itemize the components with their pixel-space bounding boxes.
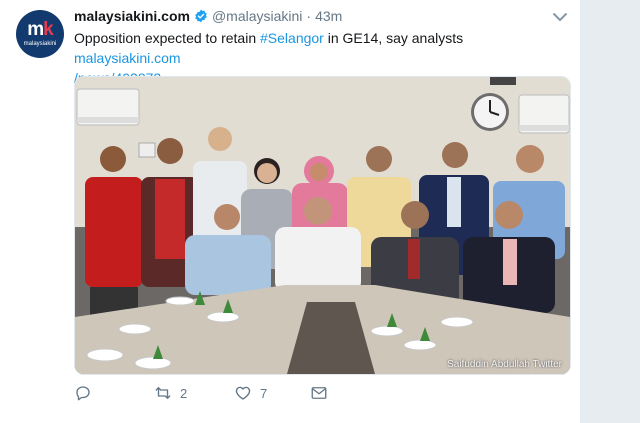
group-photo-image [75, 77, 570, 374]
like-count: 7 [260, 385, 268, 401]
reply-button[interactable] [74, 384, 100, 402]
handle[interactable]: @malaysiakini [212, 8, 302, 24]
reply-icon [76, 386, 90, 401]
avatar-logo: mk [16, 19, 64, 41]
tweet-photo[interactable]: Saifuddin Abdullah Twitter [74, 76, 571, 375]
tweet-actions: 2 7 [74, 384, 564, 406]
envelope-icon [311, 387, 327, 399]
timestamp[interactable]: 43m [315, 8, 342, 24]
hashtag-link[interactable]: #Selangor [260, 30, 324, 46]
retweet-count: 2 [180, 385, 188, 401]
avatar[interactable]: mk malaysiakini [16, 10, 64, 58]
like-button[interactable]: 7 [234, 384, 267, 402]
heart-icon [235, 386, 251, 400]
tweet-card: mk malaysiakini malaysiakini.com @malays… [0, 0, 580, 423]
tweet-text-part: in GE14, say analysts [323, 30, 464, 46]
article-link-line1[interactable]: malaysiakini.com [74, 50, 181, 66]
chevron-down-icon[interactable] [553, 12, 567, 22]
timeline-gutter [580, 0, 640, 423]
retweet-icon [155, 387, 171, 399]
avatar-letter-k: k [43, 19, 54, 40]
avatar-letter-m: m [27, 19, 44, 40]
tweet-text-part: Opposition expected to retain [74, 30, 261, 46]
retweet-button[interactable]: 2 [154, 384, 187, 402]
verified-badge-icon [195, 9, 207, 23]
direct-message-button[interactable] [310, 384, 328, 402]
photo-watermark: Saifuddin Abdullah Twitter [447, 359, 562, 370]
display-name[interactable]: malaysiakini.com [74, 8, 190, 24]
separator-dot: · [306, 8, 312, 24]
tweet-header: malaysiakini.com @malaysiakini · 43m [74, 8, 342, 24]
avatar-subtext: malaysiakini [23, 41, 57, 47]
